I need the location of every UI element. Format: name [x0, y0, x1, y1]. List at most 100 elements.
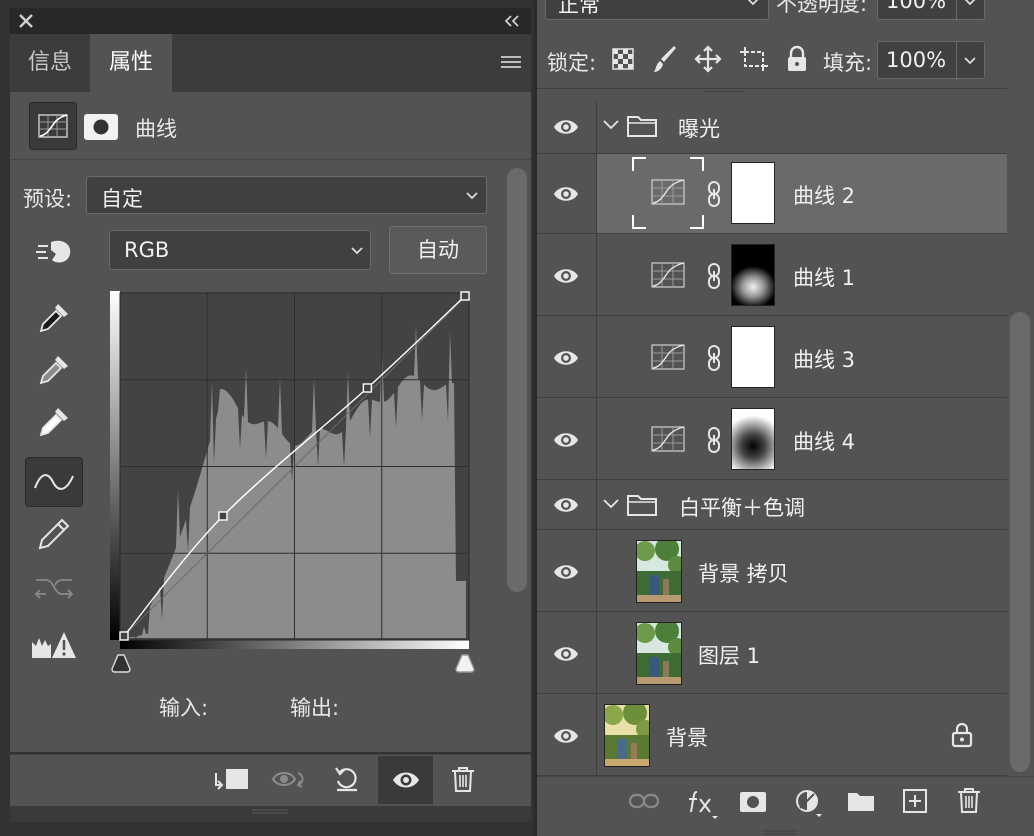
reset-icon[interactable]: [332, 764, 362, 794]
lock-all-icon[interactable]: [786, 45, 808, 73]
resize-grip[interactable]: [760, 828, 800, 836]
curves-layer-icon: [650, 261, 686, 289]
gray-point-eyedropper-icon[interactable]: [36, 352, 72, 388]
curves-layer-icon: [650, 425, 686, 453]
fill-field[interactable]: 100%: [877, 41, 985, 80]
eye-icon[interactable]: [552, 116, 580, 138]
lock-position-icon[interactable]: [694, 45, 722, 73]
divider: [956, 0, 957, 21]
chain-link-icon[interactable]: [706, 344, 722, 372]
lock-image-icon[interactable]: [652, 44, 678, 74]
tab-info[interactable]: 信息: [10, 34, 90, 92]
trash-icon[interactable]: [956, 786, 982, 814]
resize-grip[interactable]: [10, 806, 531, 822]
clip-to-layer-icon[interactable]: [212, 765, 250, 793]
pencil-icon[interactable]: [36, 516, 72, 552]
black-point-eyedropper-icon[interactable]: [36, 300, 72, 336]
layer-thumbnail[interactable]: [604, 704, 650, 767]
lock-icon: [951, 722, 973, 748]
panel-header-title: 曲线: [135, 117, 177, 141]
collapse-icon[interactable]: [502, 13, 522, 29]
layer-thumbnail[interactable]: [636, 622, 682, 685]
layer-thumbnail[interactable]: [636, 540, 682, 603]
blend-mode-value: 正常: [558, 0, 600, 17]
lock-transparent-icon[interactable]: [612, 48, 634, 70]
preset-dropdown[interactable]: 自定: [86, 176, 487, 214]
layer-mask-thumbnail[interactable]: [731, 162, 775, 224]
white-slider-icon[interactable]: [455, 654, 475, 673]
clipping-warning-icon[interactable]: [30, 628, 78, 662]
new-layer-icon[interactable]: [902, 788, 928, 814]
lock-label: 锁定:: [547, 51, 597, 75]
chevron-down-icon[interactable]: [602, 498, 620, 510]
eye-icon[interactable]: [552, 725, 580, 747]
layer-mask-thumbnail[interactable]: [731, 326, 775, 388]
output-label: 输出:: [290, 696, 340, 720]
chevron-down-icon: [351, 247, 363, 255]
curve-control-point[interactable]: [119, 631, 129, 641]
visibility-toggle[interactable]: [378, 756, 433, 804]
mask-icon[interactable]: [84, 114, 118, 140]
curve-control-point[interactable]: [460, 291, 470, 301]
eye-icon[interactable]: [552, 429, 580, 451]
fill-label: 填充:: [823, 51, 873, 75]
chevron-down-icon: [964, 0, 976, 6]
eye-icon: [393, 772, 419, 788]
layer-name: 曲线 4: [793, 430, 856, 454]
view-previous-icon: [270, 765, 310, 793]
properties-scrollbar[interactable]: [507, 168, 527, 592]
output-gradient-bar: [110, 291, 120, 640]
curve-edit-icon[interactable]: [25, 457, 83, 507]
opacity-value: 100%: [886, 0, 947, 13]
tab-properties[interactable]: 属性: [90, 34, 172, 92]
smooth-icon: [32, 570, 76, 604]
chevron-down-icon[interactable]: [602, 119, 620, 131]
eye-icon[interactable]: [552, 265, 580, 287]
opacity-label: 不透明度:: [776, 0, 868, 16]
layer-mask-thumbnail[interactable]: [731, 244, 775, 306]
layer-name: 背景 拷贝: [698, 562, 789, 586]
input-label: 输入:: [159, 696, 209, 720]
folder-icon[interactable]: [846, 789, 876, 813]
layers-scrollbar[interactable]: [1010, 312, 1030, 772]
layer-name: 图层 1: [698, 644, 761, 668]
chain-link-icon[interactable]: [706, 426, 722, 454]
panel-title-bar: [10, 8, 531, 34]
eye-icon[interactable]: [552, 643, 580, 665]
divider: [537, 88, 1007, 89]
white-point-eyedropper-icon[interactable]: [36, 404, 72, 440]
curve-control-point[interactable]: [362, 383, 373, 393]
layer-name: 背景: [666, 726, 708, 750]
divider: [956, 42, 957, 80]
close-icon[interactable]: [17, 12, 35, 30]
curves-layer-icon: [650, 178, 686, 206]
auto-button[interactable]: 自动: [389, 226, 487, 274]
curve-control-point[interactable]: [218, 511, 228, 521]
layer-mask-thumbnail[interactable]: [731, 408, 775, 470]
black-slider-icon[interactable]: [111, 654, 131, 673]
layer-row-layer-1[interactable]: [537, 612, 1007, 694]
link-icon: [628, 790, 660, 812]
eye-icon[interactable]: [552, 183, 580, 205]
opacity-field[interactable]: 100%: [877, 0, 985, 21]
mask-icon[interactable]: [739, 791, 767, 813]
blend-mode-dropdown[interactable]: 正常: [545, 0, 769, 20]
chain-link-icon[interactable]: [706, 180, 722, 208]
lock-artboard-icon[interactable]: [739, 45, 769, 73]
layer-name: 曲线 3: [793, 348, 856, 372]
eye-icon[interactable]: [552, 347, 580, 369]
eye-icon[interactable]: [552, 494, 580, 516]
partial-row-edge: [704, 88, 744, 92]
target-adjust-icon[interactable]: [34, 236, 74, 268]
chain-link-icon[interactable]: [706, 262, 722, 290]
delete-icon[interactable]: [450, 765, 476, 793]
fx-icon[interactable]: [686, 786, 720, 820]
eye-icon[interactable]: [552, 561, 580, 583]
channel-dropdown[interactable]: RGB: [109, 230, 371, 270]
chevron-down-icon: [466, 192, 478, 200]
adjustment-icon[interactable]: [794, 788, 824, 820]
panel-menu-icon[interactable]: [500, 54, 522, 70]
fill-value: 100%: [886, 48, 947, 72]
layer-name: 白平衡＋色调: [679, 496, 805, 520]
curves-graph[interactable]: [110, 291, 476, 676]
